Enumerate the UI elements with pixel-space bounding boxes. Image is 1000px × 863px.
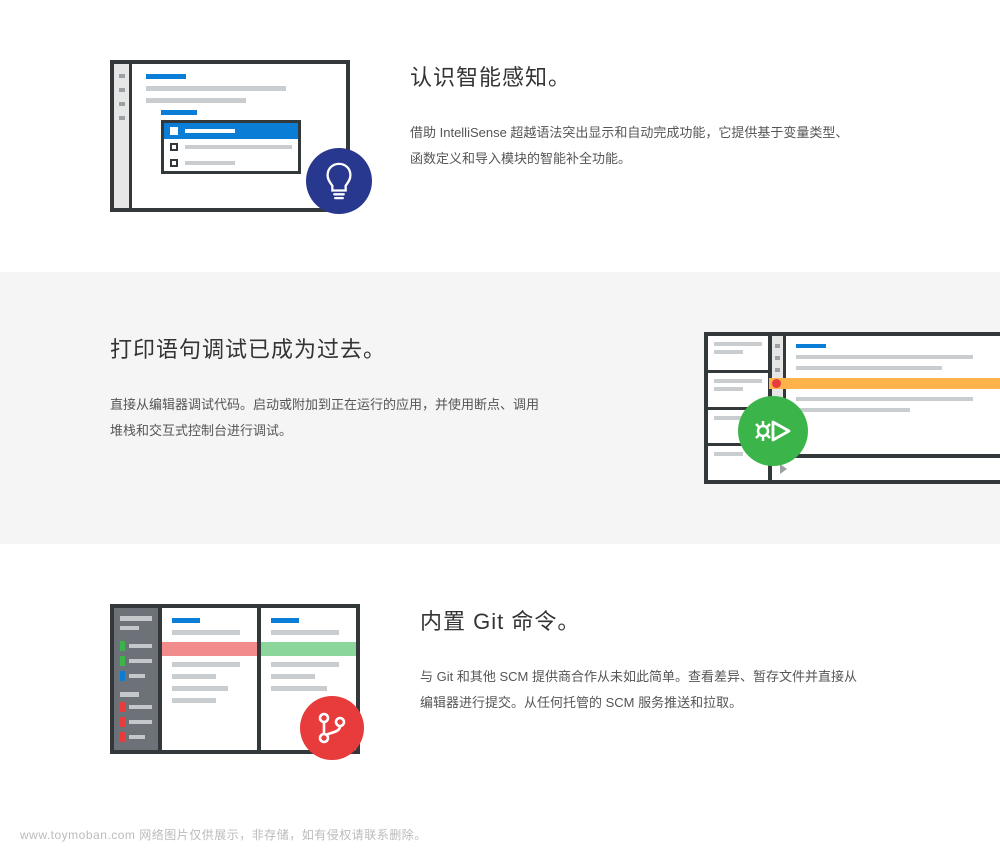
intellisense-body: 借助 IntelliSense 超越语法突出显示和自动完成功能，它提供基于变量类… — [410, 120, 850, 172]
git-section: 内置 Git 命令。 与 Git 和其他 SCM 提供商合作从未如此简单。查看差… — [0, 544, 1000, 814]
git-illustration — [110, 604, 360, 754]
debug-heading: 打印语句调试已成为过去。 — [110, 332, 644, 364]
intellisense-heading: 认识智能感知。 — [410, 60, 900, 92]
intellisense-text: 认识智能感知。 借助 IntelliSense 超越语法突出显示和自动完成功能，… — [410, 60, 900, 172]
debug-body: 直接从编辑器调试代码。启动或附加到正在运行的应用，并使用断点、调用堆栈和交互式控… — [110, 392, 550, 444]
lightbulb-icon — [306, 148, 372, 214]
chevron-right-icon — [780, 464, 787, 474]
intellisense-section: 认识智能感知。 借助 IntelliSense 超越语法突出显示和自动完成功能，… — [0, 0, 1000, 272]
intellisense-illustration — [110, 60, 350, 212]
git-heading: 内置 Git 命令。 — [420, 604, 900, 636]
footer-disclaimer: www.toymoban.com 网络图片仅供展示，非存储，如有侵权请联系删除。 — [0, 814, 1000, 863]
git-branch-icon — [300, 696, 364, 760]
git-text: 内置 Git 命令。 与 Git 和其他 SCM 提供商合作从未如此简单。查看差… — [420, 604, 900, 716]
debug-section: 打印语句调试已成为过去。 直接从编辑器调试代码。启动或附加到正在运行的应用，并使… — [0, 272, 1000, 544]
git-body: 与 Git 和其他 SCM 提供商合作从未如此简单。查看差异、暂存文件并直接从编… — [420, 664, 860, 716]
debug-illustration — [704, 332, 1000, 484]
debug-text: 打印语句调试已成为过去。 直接从编辑器调试代码。启动或附加到正在运行的应用，并使… — [110, 332, 644, 444]
debug-play-icon — [738, 396, 808, 466]
